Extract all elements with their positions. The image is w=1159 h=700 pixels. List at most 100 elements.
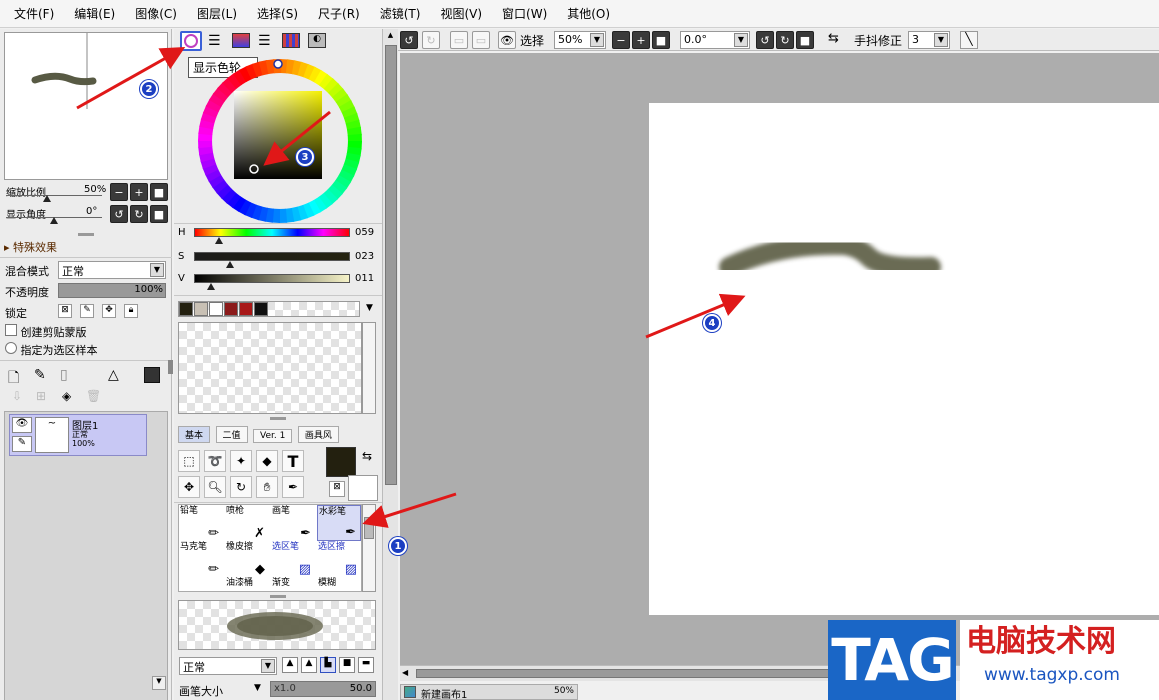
- sample-option[interactable]: 指定为选区样本: [5, 342, 98, 358]
- saturation-value[interactable]: 023: [355, 251, 374, 262]
- shape-rect-icon[interactable]: ▬: [358, 657, 374, 673]
- fill-shape-tool[interactable]: ◆: [256, 450, 278, 472]
- menu-image[interactable]: 图像(C): [125, 0, 187, 28]
- panel-scrollbar[interactable]: [168, 360, 173, 374]
- menu-layer[interactable]: 图层(L): [187, 0, 247, 28]
- clipping-option[interactable]: 创建剪贴蒙版: [5, 324, 87, 340]
- flip-horizontal-icon[interactable]: ⇆: [828, 31, 839, 46]
- zoom-in-button[interactable]: +: [130, 183, 148, 201]
- rect-select-tool[interactable]: ⬚: [178, 450, 200, 472]
- splitter-grip[interactable]: [270, 595, 286, 598]
- splitter-grip[interactable]: [78, 233, 94, 236]
- color-swatch[interactable]: [254, 302, 268, 316]
- shape-flat-icon[interactable]: ▙: [320, 657, 336, 673]
- line-tool-icon[interactable]: ╲: [960, 31, 978, 49]
- brush-watercolor[interactable]: 水彩笔 ✒: [317, 505, 361, 541]
- shape-hard-icon[interactable]: ▲: [282, 657, 298, 673]
- scroll-thumb[interactable]: [384, 45, 397, 485]
- new-layer-icon[interactable]: 🗋︎: [8, 367, 19, 391]
- brush-size-field[interactable]: x1.0 50.0: [270, 681, 376, 697]
- hand-tool[interactable]: ✋︎: [256, 476, 278, 498]
- navigator-preview[interactable]: [4, 32, 168, 180]
- toggle-icon[interactable]: ◐: [308, 33, 326, 48]
- lock-move-icon[interactable]: ✥: [102, 304, 116, 318]
- layer-mask-icon[interactable]: △: [108, 367, 119, 383]
- lock-transparency-icon[interactable]: ⊠: [58, 304, 72, 318]
- color-palette-icon[interactable]: [232, 33, 250, 48]
- brush-airbrush[interactable]: 喷枪 ✗: [225, 505, 269, 541]
- new-folder-icon[interactable]: ▯: [60, 367, 68, 383]
- rotate-left-button[interactable]: ↺: [110, 205, 128, 223]
- clear-layer-icon[interactable]: ◈: [62, 389, 71, 403]
- zoom-out-button[interactable]: −: [110, 183, 128, 201]
- deselect-button[interactable]: ▭: [450, 31, 468, 49]
- color-list-icon[interactable]: ☰: [258, 33, 271, 49]
- brush-mode-select[interactable]: 正常 ▼: [179, 657, 277, 675]
- eye-icon[interactable]: 👁︎: [498, 31, 516, 49]
- foreground-color[interactable]: [326, 447, 356, 477]
- brush-select-eraser[interactable]: 选区擦 ▨: [317, 541, 361, 577]
- hue-slider[interactable]: [194, 228, 350, 237]
- dropdown-arrow-icon[interactable]: ▼: [366, 303, 373, 313]
- canvas-viewport[interactable]: [400, 53, 1159, 665]
- angle-slider-handle[interactable]: [50, 217, 58, 224]
- lasso-tool[interactable]: ➰: [204, 450, 226, 472]
- move-tool[interactable]: ✥: [178, 476, 200, 498]
- color-swatch[interactable]: [194, 302, 208, 316]
- brush-grid-scrollbar[interactable]: [362, 504, 376, 592]
- lock-all-icon[interactable]: 🔒︎: [124, 304, 138, 318]
- color-swatch[interactable]: [224, 302, 238, 316]
- angle-select[interactable]: 0.0° ▼: [680, 31, 750, 49]
- text-tool[interactable]: T: [282, 450, 304, 472]
- saturation-slider-handle[interactable]: [225, 261, 234, 268]
- value-slider-handle[interactable]: [207, 283, 216, 290]
- value-value[interactable]: 011: [355, 273, 374, 284]
- menu-other[interactable]: 其他(O): [557, 0, 620, 28]
- color-swatch[interactable]: [239, 302, 253, 316]
- swatch-grid-icon[interactable]: [282, 33, 300, 48]
- opacity-slider[interactable]: 100%: [58, 283, 166, 298]
- shape-round-icon[interactable]: ▲: [301, 657, 317, 673]
- menu-window[interactable]: 窗口(W): [492, 0, 557, 28]
- shape-square-icon[interactable]: ■: [339, 657, 355, 673]
- canvas-tab[interactable]: 新建画布1 50%: [400, 684, 578, 700]
- tab-binary[interactable]: 二值: [215, 426, 248, 443]
- merge-icon[interactable]: ⊞: [36, 389, 46, 403]
- scroll-left-icon[interactable]: ◀: [402, 668, 408, 677]
- apply-mask-icon[interactable]: [144, 367, 160, 383]
- rotate-right-button[interactable]: ↻: [776, 31, 794, 49]
- effects-header[interactable]: ▸ 特殊效果: [4, 239, 57, 255]
- color-wheel-mode-button[interactable]: [180, 31, 202, 51]
- rgb-slider-icon[interactable]: ☰: [208, 33, 221, 49]
- chevron-down-icon[interactable]: ▼: [254, 683, 261, 693]
- scroll-down-icon[interactable]: ▼: [152, 676, 166, 690]
- zoom-reset-button[interactable]: ■: [652, 31, 670, 49]
- zoom-tool[interactable]: 🔍︎: [204, 476, 226, 498]
- invert-button[interactable]: ▭: [472, 31, 490, 49]
- hue-slider-handle[interactable]: [214, 237, 223, 244]
- brush-bucket[interactable]: 油漆桶: [225, 577, 269, 591]
- scroll-thumb[interactable]: [364, 517, 374, 539]
- blend-mode-select[interactable]: 正常 ▼: [58, 261, 166, 279]
- color-swatch[interactable]: [209, 302, 223, 316]
- brush-select-pen[interactable]: 选区笔 ▨: [271, 541, 315, 577]
- tab-basic[interactable]: 基本: [178, 426, 211, 443]
- value-slider[interactable]: [194, 274, 350, 283]
- menu-ruler[interactable]: 尺子(R): [308, 0, 370, 28]
- layer-row[interactable]: 👁︎ ✎ ~ 图层1 正常 100%: [9, 414, 147, 456]
- brush-blur[interactable]: 模糊: [317, 577, 361, 591]
- eye-icon[interactable]: 👁︎: [12, 417, 32, 433]
- magic-wand-tool[interactable]: ✦: [230, 450, 252, 472]
- menu-view[interactable]: 视图(V): [430, 0, 492, 28]
- rotate-tool[interactable]: ↻: [230, 476, 252, 498]
- trash-icon[interactable]: 🗑︎: [86, 389, 101, 403]
- scroll-thumb[interactable]: [416, 669, 836, 678]
- transparent-color-icon[interactable]: ⊠: [329, 481, 345, 497]
- background-color[interactable]: [348, 475, 378, 501]
- hue-value[interactable]: 059: [355, 227, 374, 238]
- zoom-reset-button[interactable]: ■: [150, 183, 168, 201]
- canvas-paper[interactable]: [649, 103, 1159, 615]
- swap-colors-icon[interactable]: ⇆: [362, 449, 372, 463]
- brush-gradient[interactable]: 渐变: [271, 577, 315, 591]
- color-swatch[interactable]: [179, 302, 193, 316]
